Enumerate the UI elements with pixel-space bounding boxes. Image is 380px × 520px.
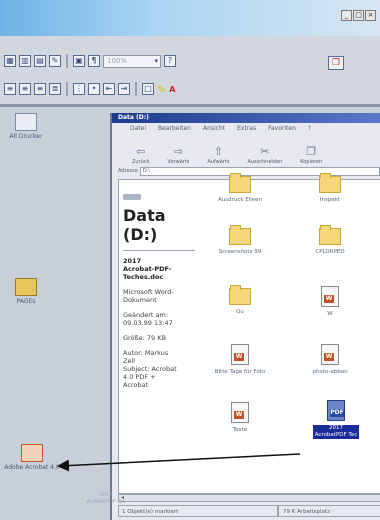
desktop-icon-printers[interactable]: All Drucker <box>2 113 50 140</box>
status-selection: 1 Objekt(e) markiert <box>118 505 278 517</box>
pdf-document-icon <box>327 400 345 421</box>
file-item[interactable]: W <box>299 286 361 318</box>
menu-file[interactable]: Datei <box>130 123 146 135</box>
highlight-icon[interactable]: ✎ <box>157 83 166 96</box>
folder-icon <box>229 285 251 305</box>
explorer-window: Data (D:) Datei Bearbeiten Ansicht Extra… <box>110 113 380 520</box>
font-color-icon[interactable]: A <box>169 85 175 94</box>
menu-help[interactable]: ? <box>308 123 311 135</box>
address-input[interactable]: D:\ <box>139 166 380 176</box>
up-folder-icon: ⇧ <box>213 145 224 158</box>
forward-arrow-icon: ⇨ <box>173 145 184 158</box>
info-author: Autor: Markus Zell Subject: Acrobat 4.0 … <box>123 349 177 389</box>
folder-icon <box>319 173 341 193</box>
explorer-title: Data (D:) <box>112 113 380 123</box>
cut-button[interactable]: ✂ Ausschneiden <box>247 145 282 165</box>
word-document-icon <box>231 344 249 365</box>
title-bar: _ □ × <box>0 0 380 36</box>
desktop-icon-pages[interactable]: PAGEs <box>8 278 44 305</box>
copy-icon: ❐ <box>306 145 317 158</box>
menu-favorites[interactable]: Favoriten <box>268 123 296 135</box>
scissors-icon: ✂ <box>260 145 270 158</box>
desktop-icon-acrobat[interactable]: Adobe Acrobat 4.0 <box>2 444 62 471</box>
standard-toolbar: ▦ ▥ ▤ ✎ ▣ ¶ 100% ? <box>0 51 380 71</box>
justify-icon[interactable]: ≣ <box>49 83 61 95</box>
align-right-icon[interactable]: ≡ <box>34 83 46 95</box>
folder-icon <box>229 173 251 193</box>
file-item[interactable]: Inspekt <box>299 173 361 204</box>
file-item[interactable]: CPLORPED <box>299 225 361 256</box>
border-icon[interactable]: □ <box>142 83 154 95</box>
file-item-selected[interactable]: 2017 AcrobatPDF Tec <box>305 400 367 439</box>
back-button[interactable]: ⇦ Zurück <box>132 145 149 165</box>
bullets-icon[interactable]: • <box>88 83 100 95</box>
desktop-icon-label: Adobe Acrobat 4.0 <box>4 464 60 471</box>
columns-icon[interactable]: ▥ <box>19 55 31 67</box>
webview-panel: Data (D:) 2017 Acrobat-PDF- Teches.doc M… <box>119 180 199 493</box>
info-size: Größe: 79 KB <box>123 334 166 342</box>
word-processor-window: _ □ × ▦ ▥ ▤ ✎ ▣ ¶ 100% ? ❐ ≡ ≡ ≡ ≣ ⋮ • ⇤… <box>0 0 380 107</box>
separator <box>66 82 68 96</box>
pilcrow-icon[interactable]: ¶ <box>88 55 100 67</box>
align-center-icon[interactable]: ≡ <box>19 83 31 95</box>
word-document-icon <box>231 402 249 423</box>
divider <box>123 250 195 251</box>
file-item[interactable]: Qu <box>209 285 271 316</box>
address-label: Adresse <box>118 168 138 174</box>
folder-icon <box>319 225 341 245</box>
menu-edit[interactable]: Bearbeiten <box>158 123 191 135</box>
numbering-icon[interactable]: ⋮ <box>73 83 85 95</box>
file-item[interactable]: Bitte Tage für Foto <box>209 344 271 376</box>
new-document-icon[interactable]: ❐ <box>328 56 344 70</box>
back-arrow-icon: ⇦ <box>136 145 146 158</box>
folder-icon <box>229 225 251 245</box>
horizontal-scrollbar[interactable]: ◂ <box>118 494 380 502</box>
file-item[interactable]: Ausdruck Eileen <box>209 173 271 204</box>
info-modified: Geändert am: 09.03.99 13:47 <box>123 311 173 327</box>
separator <box>66 54 68 68</box>
info-type: Microsoft Word- Dokument <box>123 288 174 304</box>
file-item[interactable]: Screenshots 99 <box>209 225 271 256</box>
file-item[interactable]: photo-abban <box>299 344 361 376</box>
status-size: 79 K Arbeitsplatz <box>278 505 380 517</box>
explorer-toolbar: ⇦ Zurück ⇨ Vorwärts ⇧ Aufwärts ✂ Ausschneide… <box>112 135 380 165</box>
zoom-combo[interactable]: 100% <box>103 54 161 68</box>
drive-title: Data (D:) <box>123 206 166 244</box>
drawing-icon[interactable]: ✎ <box>49 55 61 67</box>
drag-ghost-label: 2017 AcrobatPDF Tec <box>86 492 126 505</box>
decrease-indent-icon[interactable]: ⇤ <box>103 83 115 95</box>
document-map-icon[interactable]: ▣ <box>73 55 85 67</box>
close-button[interactable]: × <box>365 10 376 21</box>
file-grid: Ausdruck Eileen Inspekt Screenshots 99 C… <box>209 173 380 493</box>
menu-bar: Datei Bearbeiten Ansicht Extras Favorite… <box>112 123 380 135</box>
formatting-toolbar: ≡ ≡ ≡ ≣ ⋮ • ⇤ ⇥ □ ✎ A <box>0 79 380 99</box>
desktop-icon-label: All Drucker <box>9 133 43 140</box>
word-document-icon <box>321 286 339 307</box>
up-button[interactable]: ⇧ Aufwärts <box>207 145 229 165</box>
status-bar: 1 Objekt(e) markiert 79 K Arbeitsplatz <box>118 505 380 517</box>
file-item[interactable]: Texte <box>209 402 271 434</box>
word-document-icon <box>321 344 339 365</box>
application-icon <box>15 278 37 296</box>
explorer-content: Data (D:) 2017 Acrobat-PDF- Teches.doc M… <box>118 173 380 494</box>
drive-icon <box>123 194 141 200</box>
acrobat-icon <box>21 444 43 462</box>
menu-view[interactable]: Ansicht <box>203 123 225 135</box>
separator <box>135 82 137 96</box>
help-icon[interactable]: ? <box>164 55 176 67</box>
maximize-button[interactable]: □ <box>353 10 364 21</box>
align-left-icon[interactable]: ≡ <box>4 83 16 95</box>
forward-button[interactable]: ⇨ Vorwärts <box>167 145 189 165</box>
window-controls: _ □ × <box>341 10 376 21</box>
menu-extras[interactable]: Extras <box>237 123 256 135</box>
info-filename: 2017 Acrobat-PDF- Teches.doc <box>123 257 172 281</box>
printer-icon <box>15 113 37 131</box>
desktop-icon-label: PAGEs <box>16 298 36 305</box>
copy-button[interactable]: ❐ Kopieren <box>300 145 322 165</box>
increase-indent-icon[interactable]: ⇥ <box>118 83 130 95</box>
minimize-button[interactable]: _ <box>341 10 352 21</box>
table-icon[interactable]: ▦ <box>4 55 16 67</box>
chart-icon[interactable]: ▤ <box>34 55 46 67</box>
